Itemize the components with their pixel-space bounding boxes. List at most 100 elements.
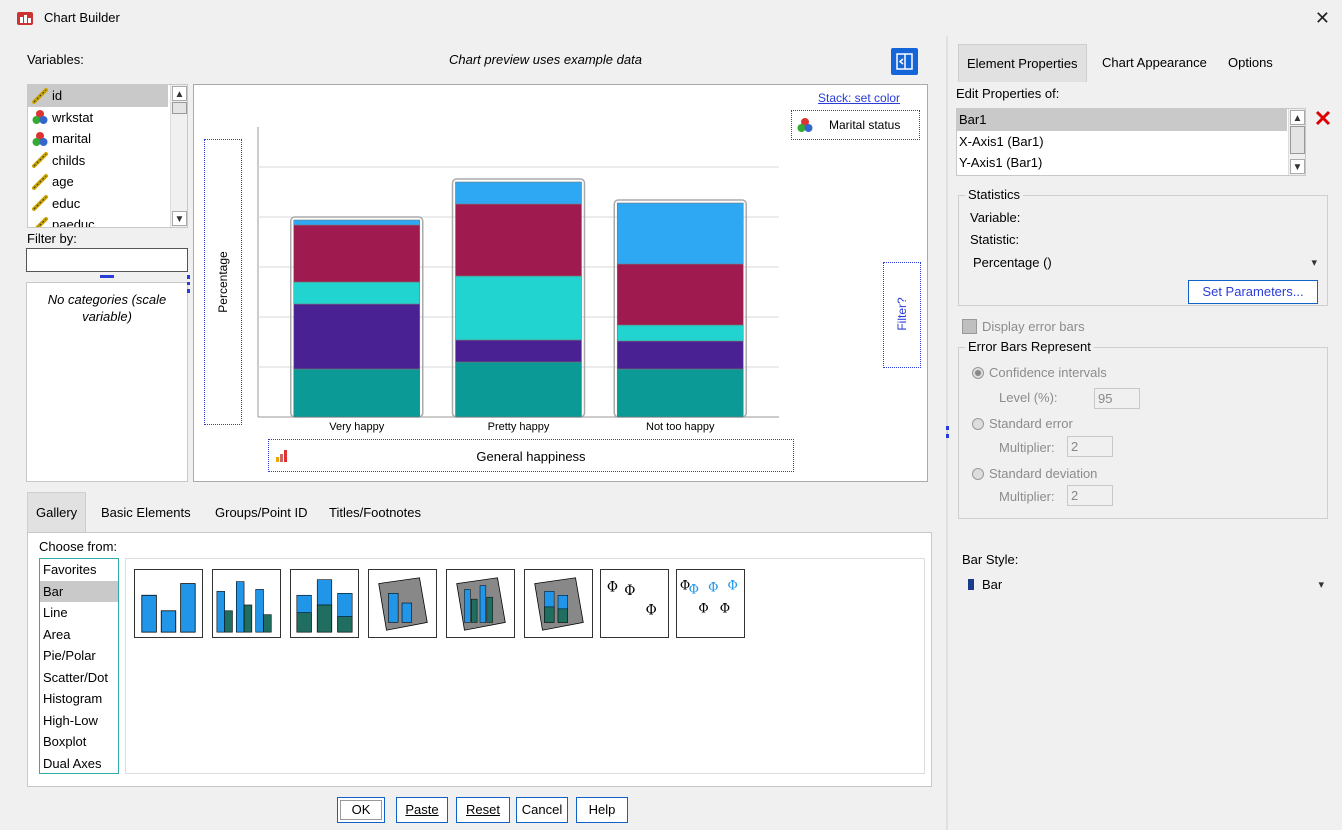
bar-segment[interactable] xyxy=(455,361,582,418)
statistics-title: Statistics xyxy=(965,187,1024,202)
bar-segment[interactable] xyxy=(616,324,744,342)
panel-splitter-grip[interactable] xyxy=(946,426,949,438)
confidence-intervals-radio[interactable] xyxy=(972,367,984,379)
standard-deviation-radio[interactable] xyxy=(972,468,984,480)
chart-gallery-area[interactable]: Φ Φ Φ Φ Φ Φ Φ Φ Φ xyxy=(125,558,925,774)
standard-error-label: Standard error xyxy=(989,416,1073,431)
bar-segment[interactable] xyxy=(616,368,744,418)
bar-segment[interactable] xyxy=(616,340,744,370)
scroll-up-icon[interactable]: ▲ xyxy=(1290,110,1305,125)
3d-clustered-bar-icon[interactable] xyxy=(446,569,515,638)
bar-segment[interactable] xyxy=(293,303,421,370)
variable-item[interactable]: wrkstat xyxy=(28,107,187,129)
variables-scrollbar[interactable]: ▲ ▼ xyxy=(170,85,187,227)
simple-error-bar-icon[interactable]: Φ Φ Φ xyxy=(600,569,669,638)
clustered-error-bar-icon[interactable]: Φ Φ Φ Φ Φ Φ xyxy=(676,569,745,638)
bar-segment[interactable] xyxy=(616,263,744,326)
chart-builder-app-icon xyxy=(17,12,33,25)
tab-chart-appearance[interactable]: Chart Appearance xyxy=(1094,44,1215,82)
level-label: Level (%): xyxy=(999,390,1058,405)
edit-properties-list[interactable]: Bar1 X-Axis1 (Bar1) Y-Axis1 (Bar1) ▲ ▼ xyxy=(956,108,1306,176)
filter-input[interactable] xyxy=(26,248,188,272)
ok-button[interactable]: OK xyxy=(337,797,385,823)
tab-gallery[interactable]: Gallery xyxy=(27,492,87,532)
svg-text:Φ: Φ xyxy=(698,601,708,616)
variable-item[interactable]: age xyxy=(28,171,187,193)
bar-segment[interactable] xyxy=(293,368,421,418)
tab-titles-footnotes[interactable]: Titles/Footnotes xyxy=(321,494,429,532)
3d-simple-bar-icon[interactable] xyxy=(368,569,437,638)
cancel-button[interactable]: Cancel xyxy=(516,797,568,823)
reset-button[interactable]: Reset xyxy=(456,797,510,823)
delete-icon[interactable] xyxy=(1313,108,1333,128)
3d-stacked-bar-icon[interactable] xyxy=(524,569,593,638)
title-bar: Chart Builder ✕ xyxy=(0,0,1342,36)
statistic-select[interactable]: Percentage () ▾ xyxy=(961,250,1325,276)
variable-item[interactable]: id xyxy=(28,85,168,107)
bar-style-select[interactable]: Bar ▾ xyxy=(958,572,1332,598)
level-input[interactable]: 95 xyxy=(1094,388,1140,409)
chart-type-item[interactable]: Favorites xyxy=(40,559,118,581)
property-item[interactable]: Y-Axis1 (Bar1) xyxy=(957,152,1305,174)
paste-button[interactable]: Paste xyxy=(396,797,448,823)
clustered-bar-icon[interactable] xyxy=(212,569,281,638)
bar-segment[interactable] xyxy=(455,203,582,277)
variable-item[interactable]: educ xyxy=(28,193,187,215)
scale-ruler-icon xyxy=(32,216,48,227)
stacked-bar-icon[interactable] xyxy=(290,569,359,638)
variable-item[interactable]: marital xyxy=(28,128,187,150)
variable-item[interactable]: childs xyxy=(28,150,187,172)
simple-bar-icon[interactable] xyxy=(134,569,203,638)
property-item[interactable]: X-Axis1 (Bar1) xyxy=(957,131,1305,153)
chart-type-item[interactable]: Pie/Polar xyxy=(40,645,118,667)
svg-text:Φ: Φ xyxy=(727,577,737,592)
scale-ruler-icon xyxy=(32,87,48,104)
chart-type-list[interactable]: Favorites Bar Line Area Pie/Polar Scatter/Dot… xyxy=(39,558,119,774)
chart-type-item[interactable]: Line xyxy=(40,602,118,624)
vertical-splitter[interactable] xyxy=(187,275,190,293)
se-multiplier-input[interactable]: 2 xyxy=(1067,436,1113,457)
svg-text:Φ: Φ xyxy=(646,603,657,619)
display-error-bars-checkbox[interactable] xyxy=(962,319,977,334)
property-item[interactable]: Bar1 xyxy=(957,109,1287,131)
help-button[interactable]: Help xyxy=(576,797,628,823)
bar-segment[interactable] xyxy=(293,219,421,226)
se-multiplier-label: Multiplier: xyxy=(999,440,1055,455)
standard-error-radio[interactable] xyxy=(972,418,984,430)
bar-segment[interactable] xyxy=(455,181,582,205)
close-icon[interactable]: ✕ xyxy=(1315,8,1330,29)
bar-segment[interactable] xyxy=(455,275,582,341)
scroll-down-icon[interactable]: ▼ xyxy=(172,211,187,226)
chart-type-item[interactable]: Bar xyxy=(40,580,118,602)
chart-type-item[interactable]: Area xyxy=(40,624,118,646)
tab-basic-elements[interactable]: Basic Elements xyxy=(93,494,199,532)
scroll-down-icon[interactable]: ▼ xyxy=(1290,159,1305,174)
variable-item[interactable]: paeduc xyxy=(28,214,187,227)
bar-segment[interactable] xyxy=(616,202,744,265)
chart-type-item[interactable]: High-Low xyxy=(40,710,118,732)
set-parameters-button[interactable]: Set Parameters... xyxy=(1188,280,1318,304)
bar-segment[interactable] xyxy=(293,281,421,305)
tab-groups-point-id[interactable]: Groups/Point ID xyxy=(207,494,316,532)
chart-type-item[interactable]: Dual Axes xyxy=(40,753,118,774)
preview-toggle-button[interactable] xyxy=(891,48,918,75)
scroll-thumb[interactable] xyxy=(172,102,187,114)
chart-type-item[interactable]: Histogram xyxy=(40,688,118,710)
sd-multiplier-input[interactable]: 2 xyxy=(1067,485,1113,506)
x-tick-label: Very happy xyxy=(329,421,385,433)
x-axis-drop-zone[interactable]: General happiness xyxy=(268,439,794,472)
bar-segment[interactable] xyxy=(455,339,582,363)
scroll-up-icon[interactable]: ▲ xyxy=(172,86,187,101)
splitter-grip[interactable] xyxy=(100,275,114,278)
chart-type-item[interactable]: Scatter/Dot xyxy=(40,667,118,689)
tab-options[interactable]: Options xyxy=(1220,44,1281,82)
scale-ruler-icon xyxy=(32,152,48,169)
tab-element-properties[interactable]: Element Properties xyxy=(958,44,1087,82)
props-scrollbar[interactable]: ▲ ▼ xyxy=(1288,109,1305,175)
chart-type-item[interactable]: Boxplot xyxy=(40,731,118,753)
bar-segment[interactable] xyxy=(293,224,421,283)
x-tick-label: Not too happy xyxy=(646,421,715,433)
chart-canvas[interactable]: Stack: set color Marital status Percenta… xyxy=(193,84,928,482)
variables-list[interactable]: id wrkstat marital childs age educ paeduc ▲ ▼ xyxy=(27,84,188,228)
props-scroll-thumb[interactable] xyxy=(1290,126,1305,154)
